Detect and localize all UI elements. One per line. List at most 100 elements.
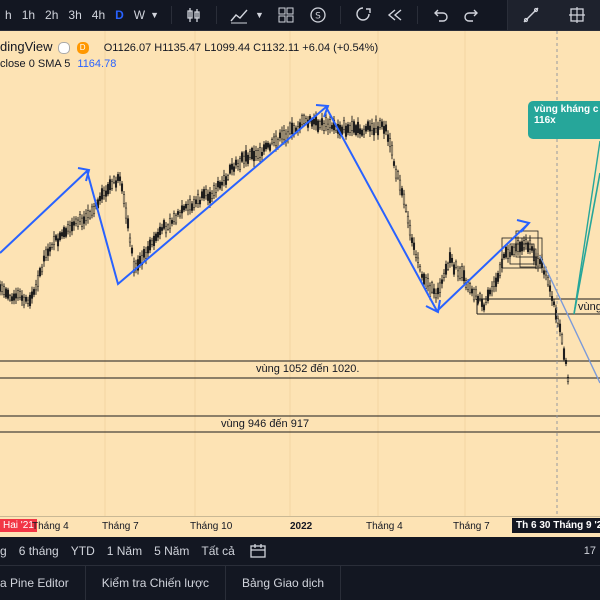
trendline-tool-icon[interactable]: [520, 4, 542, 26]
alert-icon[interactable]: [352, 4, 374, 26]
candle-body: [222, 175, 226, 181]
divider: [339, 6, 341, 24]
candle-body: [322, 123, 326, 132]
candle-body: [74, 218, 78, 224]
price-chart[interactable]: dingView D O1126.07 H1135.47 L1099.44 C1…: [0, 31, 600, 516]
range-6m[interactable]: 6 tháng: [13, 544, 65, 558]
range-ytd[interactable]: YTD: [65, 544, 101, 558]
candle-body: [528, 239, 532, 250]
range-all[interactable]: Tất cả: [195, 544, 240, 558]
range-partial[interactable]: g: [0, 544, 13, 558]
candle-body: [34, 284, 38, 291]
indicators-dropdown-icon[interactable]: ▼: [255, 10, 270, 20]
interval-1h[interactable]: 1h: [17, 8, 40, 22]
time-axis[interactable]: Hai '21 Tháng 4 Tháng 7 Tháng 10 2022 Th…: [0, 516, 600, 537]
candle-body: [562, 348, 566, 360]
candle-body: [38, 268, 42, 277]
crosshair-tool-icon[interactable]: [566, 4, 588, 26]
candle-body: [258, 147, 262, 158]
interval-3h[interactable]: 3h: [63, 8, 86, 22]
market-status-icon[interactable]: D: [76, 42, 89, 55]
chart-canvas[interactable]: [0, 31, 600, 516]
candle-body: [460, 266, 464, 278]
candle-body: [416, 257, 420, 263]
candle-body: [188, 199, 192, 211]
candle-body: [242, 155, 246, 164]
candle-body: [118, 176, 122, 182]
candle-body: [382, 126, 386, 134]
candle-body: [404, 205, 408, 212]
candle-body: [316, 120, 320, 132]
candle-body: [402, 193, 406, 205]
bottom-panel-tabs: a Pine Editor Kiểm tra Chiến lược Bảng G…: [0, 566, 600, 600]
candle-body: [90, 206, 94, 216]
templates-icon[interactable]: [275, 4, 297, 26]
tab-pine-editor[interactable]: a Pine Editor: [0, 566, 86, 600]
sma-legend[interactable]: close 0 SMA 5 1164.78: [0, 58, 116, 70]
candle-body: [300, 115, 304, 125]
tab-trading-panel[interactable]: Bảng Giao dịch: [226, 566, 342, 600]
candle-body: [154, 233, 158, 241]
zone-label-1052-1020[interactable]: vùng 1052 đến 1020.: [256, 363, 359, 375]
range-1y[interactable]: 1 Năm: [101, 544, 148, 558]
candle-body: [504, 246, 508, 258]
candle-body: [482, 304, 486, 311]
candle-body: [8, 295, 12, 301]
zone-label-right[interactable]: vùng: [578, 301, 600, 313]
candle-body: [156, 232, 160, 238]
candle-body: [50, 244, 54, 248]
interval-h[interactable]: h: [0, 8, 17, 22]
candle-body: [212, 185, 216, 196]
candle-body: [112, 176, 116, 183]
range-5y[interactable]: 5 Năm: [148, 544, 195, 558]
candle-body: [380, 121, 384, 127]
candle-body: [412, 242, 416, 250]
candle-body: [84, 213, 88, 222]
candle-body: [544, 271, 548, 276]
candle-body: [100, 188, 104, 200]
candle-body: [36, 275, 40, 287]
candle-body: [348, 125, 352, 133]
candle-body: [138, 256, 142, 264]
date-range-bar: g 6 tháng YTD 1 Năm 5 Năm Tất cả 17: [0, 537, 600, 566]
zone-label-946-917[interactable]: vùng 946 đến 917: [221, 418, 309, 430]
candle-body: [454, 261, 458, 268]
candle-body: [286, 131, 290, 139]
candle-body: [422, 273, 426, 285]
candle-body: [314, 116, 318, 126]
symbol-compare-icon[interactable]: S: [307, 4, 329, 26]
status-dot-icon: [57, 42, 70, 55]
indicators-icon[interactable]: [228, 4, 250, 26]
candles-icon[interactable]: [183, 4, 205, 26]
interval-2h[interactable]: 2h: [40, 8, 63, 22]
interval-dropdown-icon[interactable]: ▼: [150, 10, 165, 20]
candle-body: [192, 199, 196, 208]
resistance-callout[interactable]: vùng kháng c 116x: [528, 101, 600, 139]
go-to-date-icon[interactable]: [249, 542, 267, 560]
interval-w[interactable]: W: [129, 8, 150, 22]
projection-line: [539, 255, 600, 384]
callout-line-2: 116x: [534, 115, 556, 126]
candle-body: [106, 184, 110, 195]
redo-icon[interactable]: [461, 4, 483, 26]
candle-body: [206, 193, 210, 201]
candle-body: [390, 145, 394, 156]
candle-body: [498, 264, 502, 276]
candle-body: [396, 171, 400, 179]
time-tick: Tháng 4: [32, 521, 69, 532]
replay-icon[interactable]: [384, 4, 406, 26]
candle-body: [224, 176, 228, 185]
candle-body: [92, 206, 96, 214]
tab-strategy-tester[interactable]: Kiểm tra Chiến lược: [86, 566, 226, 600]
candle-body: [436, 287, 440, 295]
candle-body: [388, 138, 392, 148]
interval-4h[interactable]: 4h: [87, 8, 110, 22]
candle-body: [186, 204, 190, 211]
candle-body: [180, 205, 184, 214]
candle-body: [174, 214, 178, 224]
interval-d[interactable]: D: [110, 8, 129, 22]
candle-body: [502, 253, 506, 259]
candle-body: [26, 299, 30, 304]
undo-icon[interactable]: [429, 4, 451, 26]
candle-body: [456, 270, 460, 277]
